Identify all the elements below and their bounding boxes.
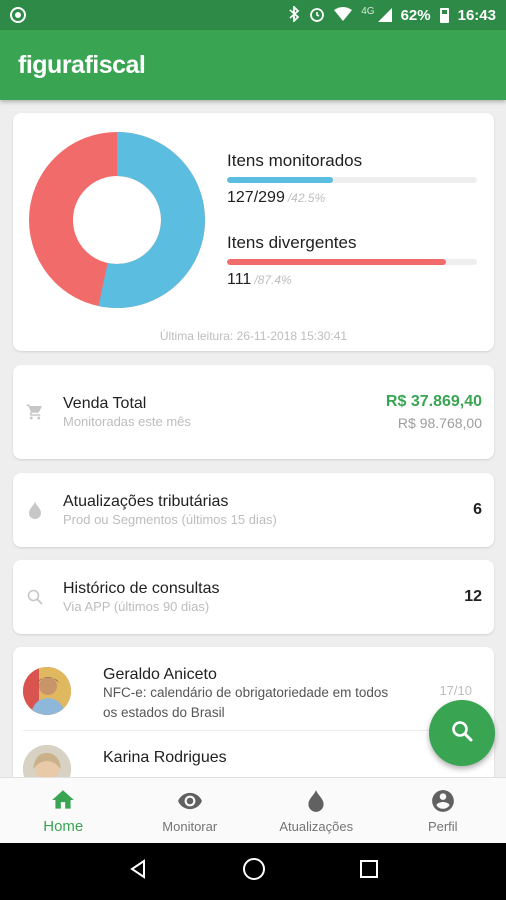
nav-monitorar[interactable]: Monitorar bbox=[127, 778, 254, 843]
cart-icon bbox=[25, 402, 45, 422]
monitored-progress-track bbox=[227, 177, 477, 183]
news-author: Geraldo Aniceto bbox=[103, 666, 217, 683]
news-text: NFC-e: calendário de obrigatoriedade em … bbox=[103, 685, 389, 720]
monitored-progress-fill bbox=[227, 177, 334, 183]
tax-updates-subtitle: Prod ou Segmentos (últimos 15 dias) bbox=[63, 512, 277, 527]
status-bar: 4G 62% 16:43 bbox=[0, 0, 506, 30]
tax-updates-card[interactable]: Atualizações tributárias Prod ou Segment… bbox=[13, 473, 494, 547]
total-sales-card[interactable]: Venda Total Monitoradas este mês R$ 37.8… bbox=[13, 365, 494, 459]
signal-icon bbox=[377, 8, 392, 22]
nav-perfil[interactable]: Perfil bbox=[380, 778, 506, 843]
divergent-progress-track bbox=[227, 259, 477, 265]
nav-home[interactable]: Home bbox=[0, 778, 127, 843]
news-feed-card: Geraldo Aniceto NFC-e: calendário de obr… bbox=[13, 647, 494, 787]
divergent-progress-fill bbox=[227, 259, 446, 265]
search-icon bbox=[450, 719, 474, 748]
total-sales-title: Venda Total bbox=[63, 395, 147, 412]
battery-percent: 62% bbox=[400, 6, 431, 24]
eye-icon bbox=[177, 792, 202, 809]
drop-icon bbox=[25, 500, 45, 520]
app-logo-title: figurafiscal bbox=[18, 50, 146, 79]
divergent-count: 111 bbox=[227, 271, 252, 288]
back-icon[interactable] bbox=[127, 858, 149, 885]
clock: 16:43 bbox=[457, 6, 496, 24]
monitored-count: 127/299 bbox=[227, 189, 285, 206]
monitored-metric: Itens monitorados 127/299/42.5% bbox=[227, 151, 477, 207]
monitoring-donut-chart bbox=[29, 132, 205, 308]
nav-home-label: Home bbox=[43, 817, 84, 835]
bottom-navigation: Home Monitorar Atualizações Perfil bbox=[0, 777, 506, 843]
app-bar: figurafiscal bbox=[0, 30, 506, 100]
recents-icon[interactable] bbox=[359, 859, 379, 884]
divergent-metric: Itens divergentes 111/87.4% bbox=[227, 233, 477, 289]
account-icon bbox=[431, 789, 454, 812]
search-fab-button[interactable] bbox=[429, 700, 495, 766]
query-history-subtitle: Via APP (últimos 90 dias) bbox=[63, 599, 210, 614]
total-sales-value: R$ 98.768,00 bbox=[397, 415, 482, 431]
home-circle-icon[interactable] bbox=[242, 857, 266, 886]
query-history-title: Histórico de consultas bbox=[63, 580, 220, 597]
battery-icon bbox=[439, 7, 449, 23]
monitored-title: Itens monitorados bbox=[227, 151, 363, 170]
home-icon bbox=[52, 789, 75, 809]
nav-atualizacoes[interactable]: Atualizações bbox=[253, 778, 380, 843]
summary-card[interactable]: Itens monitorados 127/299/42.5% Itens di… bbox=[13, 113, 494, 351]
wifi-icon bbox=[334, 7, 353, 23]
nav-atualizacoes-label: Atualizações bbox=[279, 818, 354, 834]
notification-icon bbox=[10, 7, 26, 23]
total-sales-subtitle: Monitoradas este mês bbox=[63, 414, 191, 429]
news-item[interactable]: Geraldo Aniceto NFC-e: calendário de obr… bbox=[23, 647, 484, 731]
monitored-sales-value: R$ 37.869,40 bbox=[385, 393, 482, 410]
divergent-percent: /87.4% bbox=[254, 273, 292, 287]
last-read-text: Última leitura: 26-11-2018 15:30:41 bbox=[159, 329, 348, 343]
network-type: 4G bbox=[361, 5, 375, 17]
tax-updates-count: 6 bbox=[473, 501, 482, 518]
nav-perfil-label: Perfil bbox=[427, 818, 458, 834]
tax-updates-title: Atualizações tributárias bbox=[63, 493, 229, 510]
system-navigation-bar bbox=[0, 843, 506, 900]
alarm-icon bbox=[309, 6, 325, 24]
divergent-title: Itens divergentes bbox=[227, 233, 357, 252]
monitored-values: 127/299/42.5% bbox=[227, 189, 477, 207]
news-author: Karina Rodrigues bbox=[103, 749, 227, 766]
monitored-percent: /42.5% bbox=[287, 191, 326, 205]
search-icon bbox=[25, 587, 45, 607]
drop-icon bbox=[308, 789, 324, 812]
bluetooth-icon bbox=[288, 4, 300, 24]
nav-monitorar-label: Monitorar bbox=[162, 818, 218, 834]
news-date: 17/10 bbox=[439, 683, 472, 698]
avatar bbox=[23, 667, 71, 715]
divergent-values: 111/87.4% bbox=[227, 271, 477, 289]
query-history-card[interactable]: Histórico de consultas Via APP (últimos … bbox=[13, 560, 494, 634]
query-history-count: 12 bbox=[464, 588, 482, 605]
